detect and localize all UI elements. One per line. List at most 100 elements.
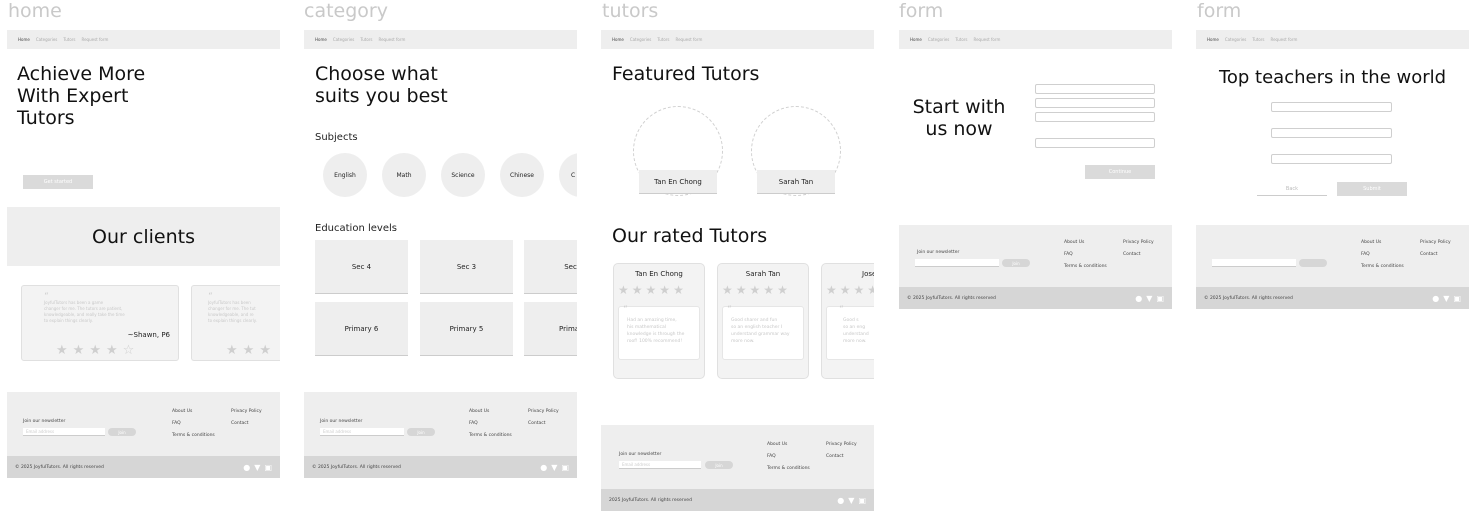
nav-item-tutors[interactable]: Tutors [1252,37,1264,42]
back-button[interactable]: Back [1257,182,1327,196]
footer-link-terms[interactable]: Terms & conditions [767,466,810,471]
footer-link-privacy[interactable]: Privacy Policy [1420,240,1451,245]
nav-item-tutors[interactable]: Tutors [360,37,372,42]
footer-link-about[interactable]: About Us [767,442,787,447]
facebook-icon[interactable]: ● [540,463,547,472]
nav-item-home[interactable]: Home [910,37,922,42]
nav-item-tutors[interactable]: Tutors [955,37,967,42]
continue-button[interactable]: Continue [1085,165,1155,179]
newsletter-email-input[interactable]: Email address [619,461,701,469]
footer-link-contact[interactable]: Contact [528,421,546,426]
footer-link-about[interactable]: About Us [172,409,192,414]
nav-item-request-form[interactable]: Request form [974,37,1001,42]
submit-button[interactable]: Submit [1337,182,1407,196]
nav-item-categories[interactable]: Categories [36,37,58,42]
instagram-icon[interactable]: ▣ [1156,294,1164,303]
newsletter-join-button[interactable]: Join [407,428,435,436]
nav-item-categories[interactable]: Categories [1225,37,1247,42]
footer-link-terms[interactable]: Terms & conditions [1064,264,1107,269]
newsletter-email-input[interactable] [915,259,999,267]
rated-tutor-card[interactable]: Tan En Chong ★ ★ ★ ★ ★ “ Had an amazing time… [613,263,705,379]
footer-link-about[interactable]: About Us [1064,240,1084,245]
newsletter-email-input[interactable] [1212,259,1296,267]
footer-link-about[interactable]: About Us [469,409,489,414]
form-field[interactable] [1035,84,1155,94]
clients-banner: Our clients [7,207,280,266]
twitter-icon[interactable]: ▼ [551,463,557,472]
nav-item-tutors[interactable]: Tutors [63,37,75,42]
nav-item-request-form[interactable]: Request form [379,37,406,42]
footer-link-terms[interactable]: Terms & conditions [172,433,215,438]
footer-link-privacy[interactable]: Privacy Policy [231,409,262,414]
instagram-icon[interactable]: ▣ [264,463,272,472]
newsletter-email-input[interactable]: Email address [320,428,404,436]
newsletter-join-button[interactable]: Join [108,428,136,436]
footer-link-faq[interactable]: FAQ [1064,252,1073,257]
facebook-icon[interactable]: ● [243,463,250,472]
subject-more[interactable]: C [559,153,577,197]
footer-link-contact[interactable]: Contact [1420,252,1438,257]
subject-english[interactable]: English [323,153,367,197]
footer-link-contact[interactable]: Contact [231,421,249,426]
nav-item-home[interactable]: Home [18,37,30,42]
level-primary-5[interactable]: Primary 5 [420,302,513,356]
footer-link-contact[interactable]: Contact [1123,252,1141,257]
featured-tutor-name[interactable]: Tan En Chong [639,170,717,194]
twitter-icon[interactable]: ▼ [1146,294,1152,303]
nav-item-request-form[interactable]: Request form [82,37,109,42]
get-started-button[interactable]: Get started [23,175,93,189]
form-field[interactable] [1035,98,1155,108]
facebook-icon[interactable]: ● [1432,294,1439,303]
subject-chinese[interactable]: Chinese [500,153,544,197]
facebook-icon[interactable]: ● [1135,294,1142,303]
facebook-icon[interactable]: ● [837,496,844,505]
footer-link-about[interactable]: About Us [1361,240,1381,245]
footer: About Us FAQ Terms & conditions Privacy … [1196,225,1469,287]
footer-link-faq[interactable]: FAQ [767,454,776,459]
newsletter-join-button[interactable] [1299,259,1327,267]
newsletter-join-button[interactable]: Join [1002,259,1030,267]
newsletter-email-input[interactable]: Email address [23,428,105,436]
level-sec-4[interactable]: Sec 4 [315,240,408,294]
newsletter-join-button[interactable]: Join [705,461,733,469]
level-primary[interactable]: Primar [524,302,577,356]
newsletter-label: Join our newsletter [917,250,960,255]
instagram-icon[interactable]: ▣ [1453,294,1461,303]
form-field[interactable] [1035,112,1155,122]
nav-item-home[interactable]: Home [315,37,327,42]
form-field[interactable] [1271,102,1392,112]
nav-item-request-form[interactable]: Request form [1271,37,1298,42]
twitter-icon[interactable]: ▼ [1443,294,1449,303]
nav-item-home[interactable]: Home [612,37,624,42]
form-field[interactable] [1271,128,1392,138]
nav-item-request-form[interactable]: Request form [676,37,703,42]
level-primary-6[interactable]: Primary 6 [315,302,408,356]
footer-link-faq[interactable]: FAQ [1361,252,1370,257]
footer-link-privacy[interactable]: Privacy Policy [1123,240,1154,245]
nav-item-categories[interactable]: Categories [928,37,950,42]
instagram-icon[interactable]: ▣ [858,496,866,505]
footer-link-faq[interactable]: FAQ [172,421,181,426]
rated-tutor-card[interactable]: Sarah Tan ★ ★ ★ ★ ★ “ Good sharer and fun so… [717,263,809,379]
nav-item-home[interactable]: Home [1207,37,1219,42]
twitter-icon[interactable]: ▼ [254,463,260,472]
footer-link-faq[interactable]: FAQ [469,421,478,426]
subject-math[interactable]: Math [382,153,426,197]
level-sec[interactable]: Sec [524,240,577,294]
level-sec-3[interactable]: Sec 3 [420,240,513,294]
footer-link-privacy[interactable]: Privacy Policy [528,409,559,414]
footer-link-terms[interactable]: Terms & conditions [469,433,512,438]
form-field[interactable] [1271,154,1392,164]
nav-item-tutors[interactable]: Tutors [657,37,669,42]
footer-link-privacy[interactable]: Privacy Policy [826,442,857,447]
nav-item-categories[interactable]: Categories [333,37,355,42]
footer-link-terms[interactable]: Terms & conditions [1361,264,1404,269]
footer-link-contact[interactable]: Contact [826,454,844,459]
rated-tutor-card[interactable]: Jose ★★★★ “ Good s so an eng understand … [821,263,874,379]
nav-item-categories[interactable]: Categories [630,37,652,42]
subject-science[interactable]: Science [441,153,485,197]
twitter-icon[interactable]: ▼ [848,496,854,505]
featured-tutor-name[interactable]: Sarah Tan [757,170,835,194]
instagram-icon[interactable]: ▣ [561,463,569,472]
form-field[interactable] [1035,138,1155,148]
